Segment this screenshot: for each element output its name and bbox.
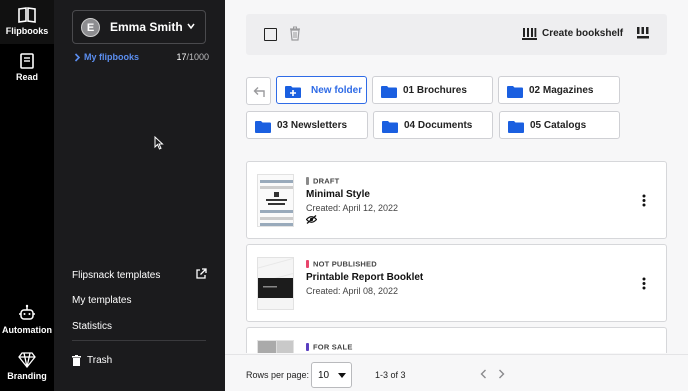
flipbook-count-total: /1000 xyxy=(186,52,209,62)
new-folder-label: New folder xyxy=(311,85,363,96)
folder-label: 01 Brochures xyxy=(403,85,467,96)
flipbook-card[interactable]: DRAFT Minimal Style Created: April 12, 2… xyxy=(246,161,667,239)
caret-down-icon xyxy=(338,373,346,378)
diamond-icon xyxy=(18,352,36,368)
folder-icon xyxy=(381,86,397,98)
flipbook-title: Printable Report Booklet xyxy=(306,272,424,283)
folder-plus-icon xyxy=(285,86,301,98)
account-switcher[interactable]: E Emma Smith xyxy=(72,10,206,44)
eye-off-icon xyxy=(306,215,317,224)
folder-icon xyxy=(508,121,524,133)
mouse-cursor-icon xyxy=(154,136,164,150)
rail-label-automation: Automation xyxy=(2,325,52,335)
rail-label-flipbooks: Flipbooks xyxy=(5,26,49,36)
folder-icon xyxy=(507,86,523,98)
delete-icon[interactable] xyxy=(289,26,301,41)
rail-label-branding: Branding xyxy=(7,371,47,381)
folder-05-catalogs[interactable]: 05 Catalogs xyxy=(499,111,620,139)
flipbook-date: Created: April 12, 2022 xyxy=(306,203,399,213)
select-all-checkbox[interactable] xyxy=(264,28,277,41)
chevron-right-icon[interactable] xyxy=(74,53,81,62)
flipsnack-templates-link[interactable]: Flipsnack templates xyxy=(72,270,160,281)
flipbook-card[interactable]: FOR SALE xyxy=(246,327,667,353)
flipbook-thumbnail xyxy=(257,257,294,310)
folder-02-magazines[interactable]: 02 Magazines xyxy=(498,76,620,104)
folder-icon xyxy=(382,121,398,133)
rows-per-page-label: Rows per page: xyxy=(246,370,310,380)
bookshelf-grid-icon[interactable] xyxy=(637,27,649,39)
rail-item-flipbooks[interactable]: Flipbooks xyxy=(0,0,54,44)
rail-item-branding[interactable]: Branding xyxy=(0,352,54,388)
my-flipbooks-link[interactable]: My flipbooks xyxy=(84,52,139,62)
folder-label: 02 Magazines xyxy=(529,85,594,96)
back-arrow-icon xyxy=(253,87,265,97)
chevron-left-icon[interactable] xyxy=(480,369,487,379)
status-badge: DRAFT xyxy=(306,176,339,186)
folder-03-newsletters[interactable]: 03 Newsletters xyxy=(246,111,368,139)
trash-icon xyxy=(72,355,81,366)
more-options-icon[interactable] xyxy=(642,277,646,290)
status-text: NOT PUBLISHED xyxy=(313,259,377,269)
sidebar-divider xyxy=(72,340,206,341)
flipbook-thumbnail xyxy=(257,340,294,353)
trash-link[interactable]: Trash xyxy=(72,355,112,366)
folder-label: 05 Catalogs xyxy=(530,120,587,131)
rail-label-read: Read xyxy=(15,72,38,82)
folder-label: 04 Documents xyxy=(404,120,473,131)
avatar: E xyxy=(81,18,100,37)
chevron-right-icon[interactable] xyxy=(498,369,505,379)
flipbook-title: Minimal Style xyxy=(306,189,370,200)
account-name: Emma Smith xyxy=(110,20,183,34)
robot-icon xyxy=(19,304,35,320)
chevron-down-icon xyxy=(187,23,195,30)
book-icon xyxy=(18,7,36,23)
statistics-link[interactable]: Statistics xyxy=(72,321,112,332)
rows-per-page-value: 10 xyxy=(318,370,330,381)
status-text: DRAFT xyxy=(313,176,340,186)
create-bookshelf-button[interactable]: Create bookshelf xyxy=(522,27,623,40)
status-badge: NOT PUBLISHED xyxy=(306,259,377,269)
folder-01-brochures[interactable]: 01 Brochures xyxy=(372,76,493,104)
flipbook-count-used: 17 xyxy=(176,52,187,62)
folder-04-documents[interactable]: 04 Documents xyxy=(373,111,493,139)
create-bookshelf-label: Create bookshelf xyxy=(542,28,624,39)
rail-item-read[interactable]: Read xyxy=(0,53,54,89)
main-content: Create bookshelf New folder 01 Brochures… xyxy=(225,0,688,391)
flipbook-card[interactable]: NOT PUBLISHED Printable Report Booklet C… xyxy=(246,244,667,322)
app-rail: Flipbooks Read Automation Branding xyxy=(0,0,54,391)
more-options-icon[interactable] xyxy=(642,194,646,207)
trash-label: Trash xyxy=(87,355,113,366)
rail-item-automation[interactable]: Automation xyxy=(0,304,54,340)
status-text: FOR SALE xyxy=(313,342,353,352)
flipbook-count: 17/1000 xyxy=(176,52,209,62)
pagination-bar: Rows per page: 10 1-3 of 3 xyxy=(225,354,688,391)
my-templates-link[interactable]: My templates xyxy=(72,295,131,306)
flipbook-list: DRAFT Minimal Style Created: April 12, 2… xyxy=(246,160,667,353)
document-icon xyxy=(20,53,34,69)
pagination-range: 1-3 of 3 xyxy=(375,370,406,380)
new-folder-button[interactable]: New folder xyxy=(276,76,367,104)
bookshelf-icon xyxy=(522,28,537,40)
folder-label: 03 Newsletters xyxy=(277,120,348,131)
sidebar: E Emma Smith My flipbooks 17/1000 Flipsn… xyxy=(54,0,225,391)
folder-icon xyxy=(255,121,271,133)
flipbook-thumbnail xyxy=(257,174,294,227)
rows-per-page-select[interactable]: 10 xyxy=(311,362,352,388)
flipbook-date: Created: April 08, 2022 xyxy=(306,286,399,296)
back-button[interactable] xyxy=(246,77,271,105)
external-link-icon[interactable] xyxy=(195,268,207,280)
status-badge: FOR SALE xyxy=(306,342,353,352)
toolbar: Create bookshelf xyxy=(246,14,667,55)
